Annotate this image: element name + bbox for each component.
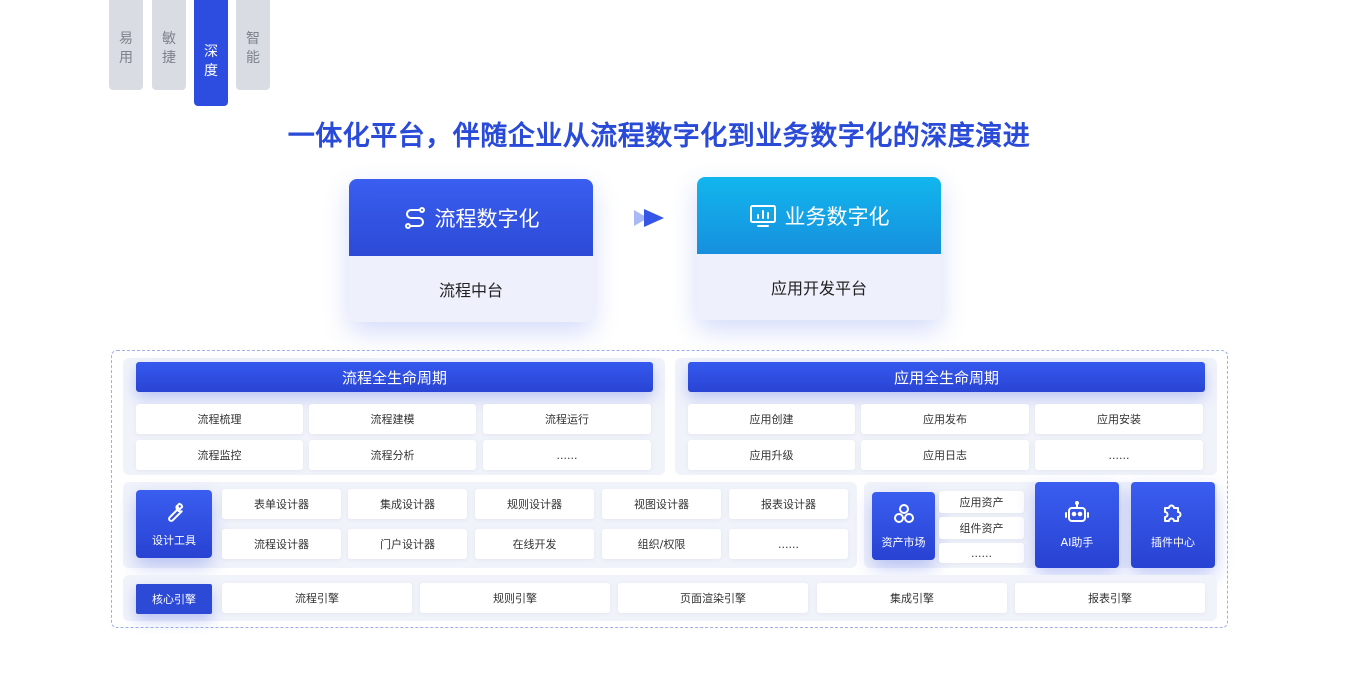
business-digitalization-title: 业务数字化: [784, 204, 890, 229]
asset-market-label: 资产市场: [881, 536, 926, 549]
asset-item: 组件资产: [939, 517, 1024, 539]
tab-smart-label: 智能: [246, 31, 260, 66]
cubes-icon: [893, 504, 914, 523]
flow-icon: [404, 206, 425, 229]
asset-item: 应用资产: [939, 491, 1024, 513]
engine-item: 规则引擎: [420, 583, 610, 613]
process-lifecycle-item: 流程梳理: [136, 404, 303, 434]
process-middle-platform: 流程中台: [349, 256, 593, 322]
app-lifecycle-item: 应用升级: [688, 440, 855, 470]
wrench-icon: [168, 502, 184, 522]
headline-text: 一体化平台，伴随企业从流程数字化到业务数字化的深度演进: [287, 121, 1031, 152]
business-digitalization-header: 业务数字化: [697, 177, 941, 254]
app-dev-platform: 应用开发平台: [697, 254, 941, 320]
app-lifecycle-title: 应用全生命周期: [688, 362, 1205, 392]
core-engine-label: 核心引擎: [136, 584, 212, 614]
process-digitalization-title: 流程数字化: [434, 206, 540, 231]
process-digitalization-header: 流程数字化: [349, 179, 593, 256]
design-tool-item: 报表设计器: [729, 489, 848, 519]
design-tools-label: 设计工具: [152, 534, 196, 547]
asset-item: ......: [939, 543, 1024, 563]
tab-agile-label: 敏捷: [162, 31, 176, 66]
design-tool-item: 在线开发: [475, 529, 594, 559]
robot-icon: [1065, 501, 1089, 522]
app-lifecycle-item: ......: [1035, 440, 1203, 470]
ai-assistant-label: AI助手: [1060, 536, 1094, 549]
process-lifecycle-title: 流程全生命周期: [136, 362, 653, 392]
tab-easy-label: 易用: [119, 31, 133, 66]
design-tool-item: 集成设计器: [348, 489, 467, 519]
engine-item: 页面渲染引擎: [618, 583, 808, 613]
design-tool-item: 门户设计器: [348, 529, 467, 559]
tab-agile[interactable]: 敏捷: [152, 0, 186, 90]
tab-smart[interactable]: 智能: [236, 0, 270, 90]
tab-easy[interactable]: 易用: [109, 0, 143, 90]
process-lifecycle-item: 流程分析: [309, 440, 476, 470]
double-arrow-icon: [634, 209, 664, 227]
app-lifecycle-item: 应用发布: [861, 404, 1029, 434]
monitor-icon: [749, 204, 776, 227]
process-lifecycle-item: 流程监控: [136, 440, 303, 470]
tab-depth[interactable]: 深度: [194, 0, 228, 106]
process-digitalization-card: 流程数字化 流程中台: [349, 179, 593, 322]
design-tool-item: 表单设计器: [222, 489, 341, 519]
business-digitalization-card: 业务数字化 应用开发平台: [697, 177, 941, 320]
tab-depth-label: 深度: [204, 44, 218, 79]
headline: 一体化平台，伴随企业从流程数字化到业务数字化的深度演进: [0, 114, 1350, 153]
design-tool-item: 流程设计器: [222, 529, 341, 559]
app-lifecycle-item: 应用安装: [1035, 404, 1203, 434]
design-tool-item: 规则设计器: [475, 489, 594, 519]
process-lifecycle-item: ......: [483, 440, 651, 470]
design-tool-item: 视图设计器: [602, 489, 721, 519]
app-lifecycle-item: 应用创建: [688, 404, 855, 434]
design-tools-tile: 设计工具: [136, 490, 212, 558]
plugin-center-label: 插件中心: [1151, 536, 1195, 549]
engine-item: 集成引擎: [817, 583, 1007, 613]
puzzle-icon: [1164, 504, 1182, 522]
ai-assistant-tile: AI助手: [1035, 482, 1119, 568]
design-tool-item: ......: [729, 529, 848, 559]
plugin-center-tile: 插件中心: [1131, 482, 1215, 568]
engine-item: 流程引擎: [222, 583, 412, 613]
design-tool-item: 组织/权限: [602, 529, 721, 559]
process-lifecycle-item: 流程建模: [309, 404, 476, 434]
asset-market-tile: 资产市场: [872, 492, 935, 560]
app-lifecycle-item: 应用日志: [861, 440, 1029, 470]
engine-item: 报表引擎: [1015, 583, 1205, 613]
process-lifecycle-item: 流程运行: [483, 404, 651, 434]
